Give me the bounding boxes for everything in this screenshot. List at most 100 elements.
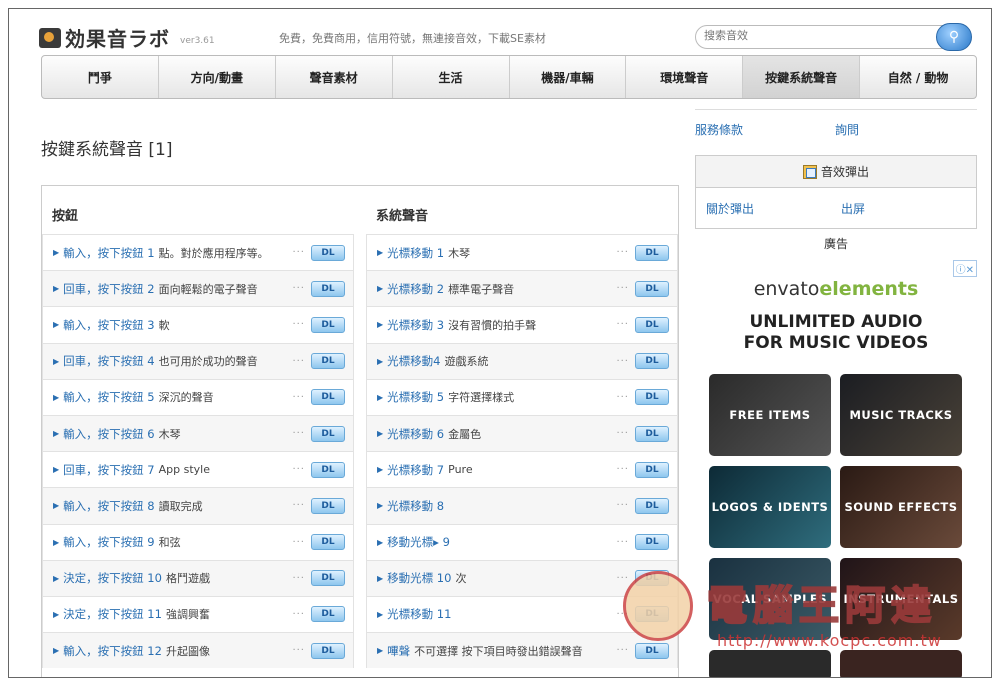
play-arrow-icon[interactable]: ▶ bbox=[377, 646, 383, 655]
nav-item-machines[interactable]: 機器/車輛 bbox=[510, 56, 627, 98]
play-arrow-icon[interactable]: ▶ bbox=[53, 357, 59, 366]
sound-link[interactable]: 回車，按下按鈕 4 bbox=[63, 353, 154, 369]
play-arrow-icon[interactable]: ▶ bbox=[53, 574, 59, 583]
download-button[interactable]: DL bbox=[311, 461, 345, 478]
search-input[interactable] bbox=[704, 29, 924, 42]
play-arrow-icon[interactable]: ▶ bbox=[53, 610, 59, 619]
sound-link[interactable]: 輸入，按下按鈕 6 bbox=[63, 426, 154, 442]
download-button[interactable]: DL bbox=[635, 353, 669, 370]
ad-tile-free-items[interactable]: FREE ITEMS bbox=[709, 374, 831, 456]
ad-tile-vocal-samples[interactable]: VOCAL SAMPLES bbox=[709, 558, 831, 640]
nav-item-nature[interactable]: 自然 / 動物 bbox=[860, 56, 976, 98]
play-arrow-icon[interactable]: ▶ bbox=[53, 501, 59, 510]
nav-item-fight[interactable]: 鬥爭 bbox=[42, 56, 159, 98]
download-button[interactable]: DL bbox=[635, 606, 669, 623]
play-arrow-icon[interactable]: ▶ bbox=[377, 357, 383, 366]
sound-link[interactable]: 嗶聲 bbox=[387, 643, 410, 659]
sound-link[interactable]: 光標移動 3 bbox=[387, 317, 444, 333]
nav-item-direction[interactable]: 方向/動畫 bbox=[159, 56, 276, 98]
download-button[interactable]: DL bbox=[311, 606, 345, 623]
download-button[interactable]: DL bbox=[635, 642, 669, 659]
site-logo[interactable]: 効果音ラボ ver3.61 bbox=[39, 23, 215, 52]
sound-link[interactable]: 輸入，按下按鈕 8 bbox=[63, 498, 154, 514]
play-arrow-icon[interactable]: ▶ bbox=[377, 393, 383, 402]
about-popup-link[interactable]: 關於彈出 bbox=[706, 200, 841, 217]
download-button[interactable]: DL bbox=[311, 642, 345, 659]
download-button[interactable]: DL bbox=[311, 353, 345, 370]
nav-item-sound-material[interactable]: 聲音素材 bbox=[276, 56, 393, 98]
play-arrow-icon[interactable]: ▶ bbox=[53, 646, 59, 655]
download-button[interactable]: DL bbox=[311, 244, 345, 261]
sound-link[interactable]: 光標移動 6 bbox=[387, 426, 444, 442]
play-arrow-icon[interactable]: ▶ bbox=[377, 574, 383, 583]
sound-link[interactable]: 光標移動 11 bbox=[387, 606, 451, 622]
download-button[interactable]: DL bbox=[635, 389, 669, 406]
play-arrow-icon[interactable]: ▶ bbox=[377, 538, 383, 547]
sound-link[interactable]: 決定，按下按鈕 11 bbox=[63, 606, 162, 622]
play-arrow-icon[interactable]: ▶ bbox=[53, 393, 59, 402]
ad-tile-partial[interactable] bbox=[840, 650, 962, 677]
sound-link[interactable]: 輸入，按下按鈕 12 bbox=[63, 643, 162, 659]
list-item: ▶ 回車，按下按鈕 7 App style ··· DL bbox=[42, 451, 354, 488]
download-button[interactable]: DL bbox=[635, 461, 669, 478]
play-arrow-icon[interactable]: ▶ bbox=[53, 465, 59, 474]
sound-link[interactable]: 輸入，按下按鈕 5 bbox=[63, 389, 154, 405]
search-button[interactable]: ⚲ bbox=[936, 23, 972, 51]
download-button[interactable]: DL bbox=[311, 280, 345, 297]
popup-out-link[interactable]: 出屏 bbox=[841, 200, 976, 217]
sound-link[interactable]: 光標移動4 bbox=[387, 353, 440, 369]
sound-link[interactable]: 回車，按下按鈕 2 bbox=[63, 281, 154, 297]
ad-close-icon[interactable]: ⓘ✕ bbox=[952, 260, 977, 277]
sound-link[interactable]: 回車，按下按鈕 7 bbox=[63, 462, 154, 478]
ad-tile-partial[interactable] bbox=[709, 650, 831, 677]
download-button[interactable]: DL bbox=[311, 316, 345, 333]
sound-link[interactable]: 輸入，按下按鈕 3 bbox=[63, 317, 154, 333]
play-arrow-icon[interactable]: ▶ bbox=[53, 320, 59, 329]
sound-link[interactable]: 輸入，按下按鈕 1 bbox=[63, 245, 154, 261]
download-button[interactable]: DL bbox=[311, 497, 345, 514]
play-arrow-icon[interactable]: ▶ bbox=[53, 248, 59, 257]
play-arrow-icon[interactable]: ▶ bbox=[377, 284, 383, 293]
download-button[interactable]: DL bbox=[635, 570, 669, 587]
play-arrow-icon[interactable]: ▶ bbox=[377, 320, 383, 329]
list-item: ▶ 移動光標▸ 9 ··· DL bbox=[366, 523, 678, 560]
play-arrow-icon[interactable]: ▶ bbox=[377, 465, 383, 474]
sound-link[interactable]: 決定，按下按鈕 10 bbox=[63, 570, 162, 586]
envato-ad[interactable]: ⓘ✕ envatoelements UNLIMITED AUDIO FOR MU… bbox=[695, 260, 977, 677]
sound-link[interactable]: 移動光標 10 bbox=[387, 570, 451, 586]
download-button[interactable]: DL bbox=[311, 570, 345, 587]
download-button[interactable]: DL bbox=[311, 389, 345, 406]
ad-tile-sound-effects[interactable]: SOUND EFFECTS bbox=[840, 466, 962, 548]
terms-link[interactable]: 服務條款 bbox=[695, 121, 835, 138]
sound-link[interactable]: 光標移動 7 bbox=[387, 462, 444, 478]
popup-header[interactable]: 音效彈出 bbox=[696, 156, 976, 188]
ad-tile-music-tracks[interactable]: MUSIC TRACKS bbox=[840, 374, 962, 456]
sound-link[interactable]: 光標移動 5 bbox=[387, 389, 444, 405]
play-arrow-icon[interactable]: ▶ bbox=[377, 501, 383, 510]
sound-link[interactable]: 光標移動 1 bbox=[387, 245, 444, 261]
nav-item-life[interactable]: 生活 bbox=[393, 56, 510, 98]
sound-link[interactable]: 光標移動 8 bbox=[387, 498, 444, 514]
nav-item-environment[interactable]: 環境聲音 bbox=[626, 56, 744, 98]
download-button[interactable]: DL bbox=[635, 534, 669, 551]
play-arrow-icon[interactable]: ▶ bbox=[53, 538, 59, 547]
download-button[interactable]: DL bbox=[311, 425, 345, 442]
sound-link[interactable]: 移動光標▸ 9 bbox=[387, 534, 450, 550]
download-button[interactable]: DL bbox=[635, 244, 669, 261]
download-button[interactable]: DL bbox=[311, 534, 345, 551]
play-arrow-icon[interactable]: ▶ bbox=[377, 429, 383, 438]
download-button[interactable]: DL bbox=[635, 425, 669, 442]
play-arrow-icon[interactable]: ▶ bbox=[377, 610, 383, 619]
sound-link[interactable]: 光標移動 2 bbox=[387, 281, 444, 297]
download-button[interactable]: DL bbox=[635, 280, 669, 297]
download-button[interactable]: DL bbox=[635, 316, 669, 333]
sound-link[interactable]: 輸入，按下按鈕 9 bbox=[63, 534, 154, 550]
play-arrow-icon[interactable]: ▶ bbox=[53, 429, 59, 438]
ad-tile-instrumentals[interactable]: INSTRUMENTALS bbox=[840, 558, 962, 640]
download-button[interactable]: DL bbox=[635, 497, 669, 514]
play-arrow-icon[interactable]: ▶ bbox=[53, 284, 59, 293]
nav-item-button-system[interactable]: 按鍵系統聲音 bbox=[743, 56, 861, 98]
inquiry-link[interactable]: 詢問 bbox=[835, 121, 975, 138]
play-arrow-icon[interactable]: ▶ bbox=[377, 248, 383, 257]
ad-tile-logos[interactable]: LOGOS & IDENTS bbox=[709, 466, 831, 548]
